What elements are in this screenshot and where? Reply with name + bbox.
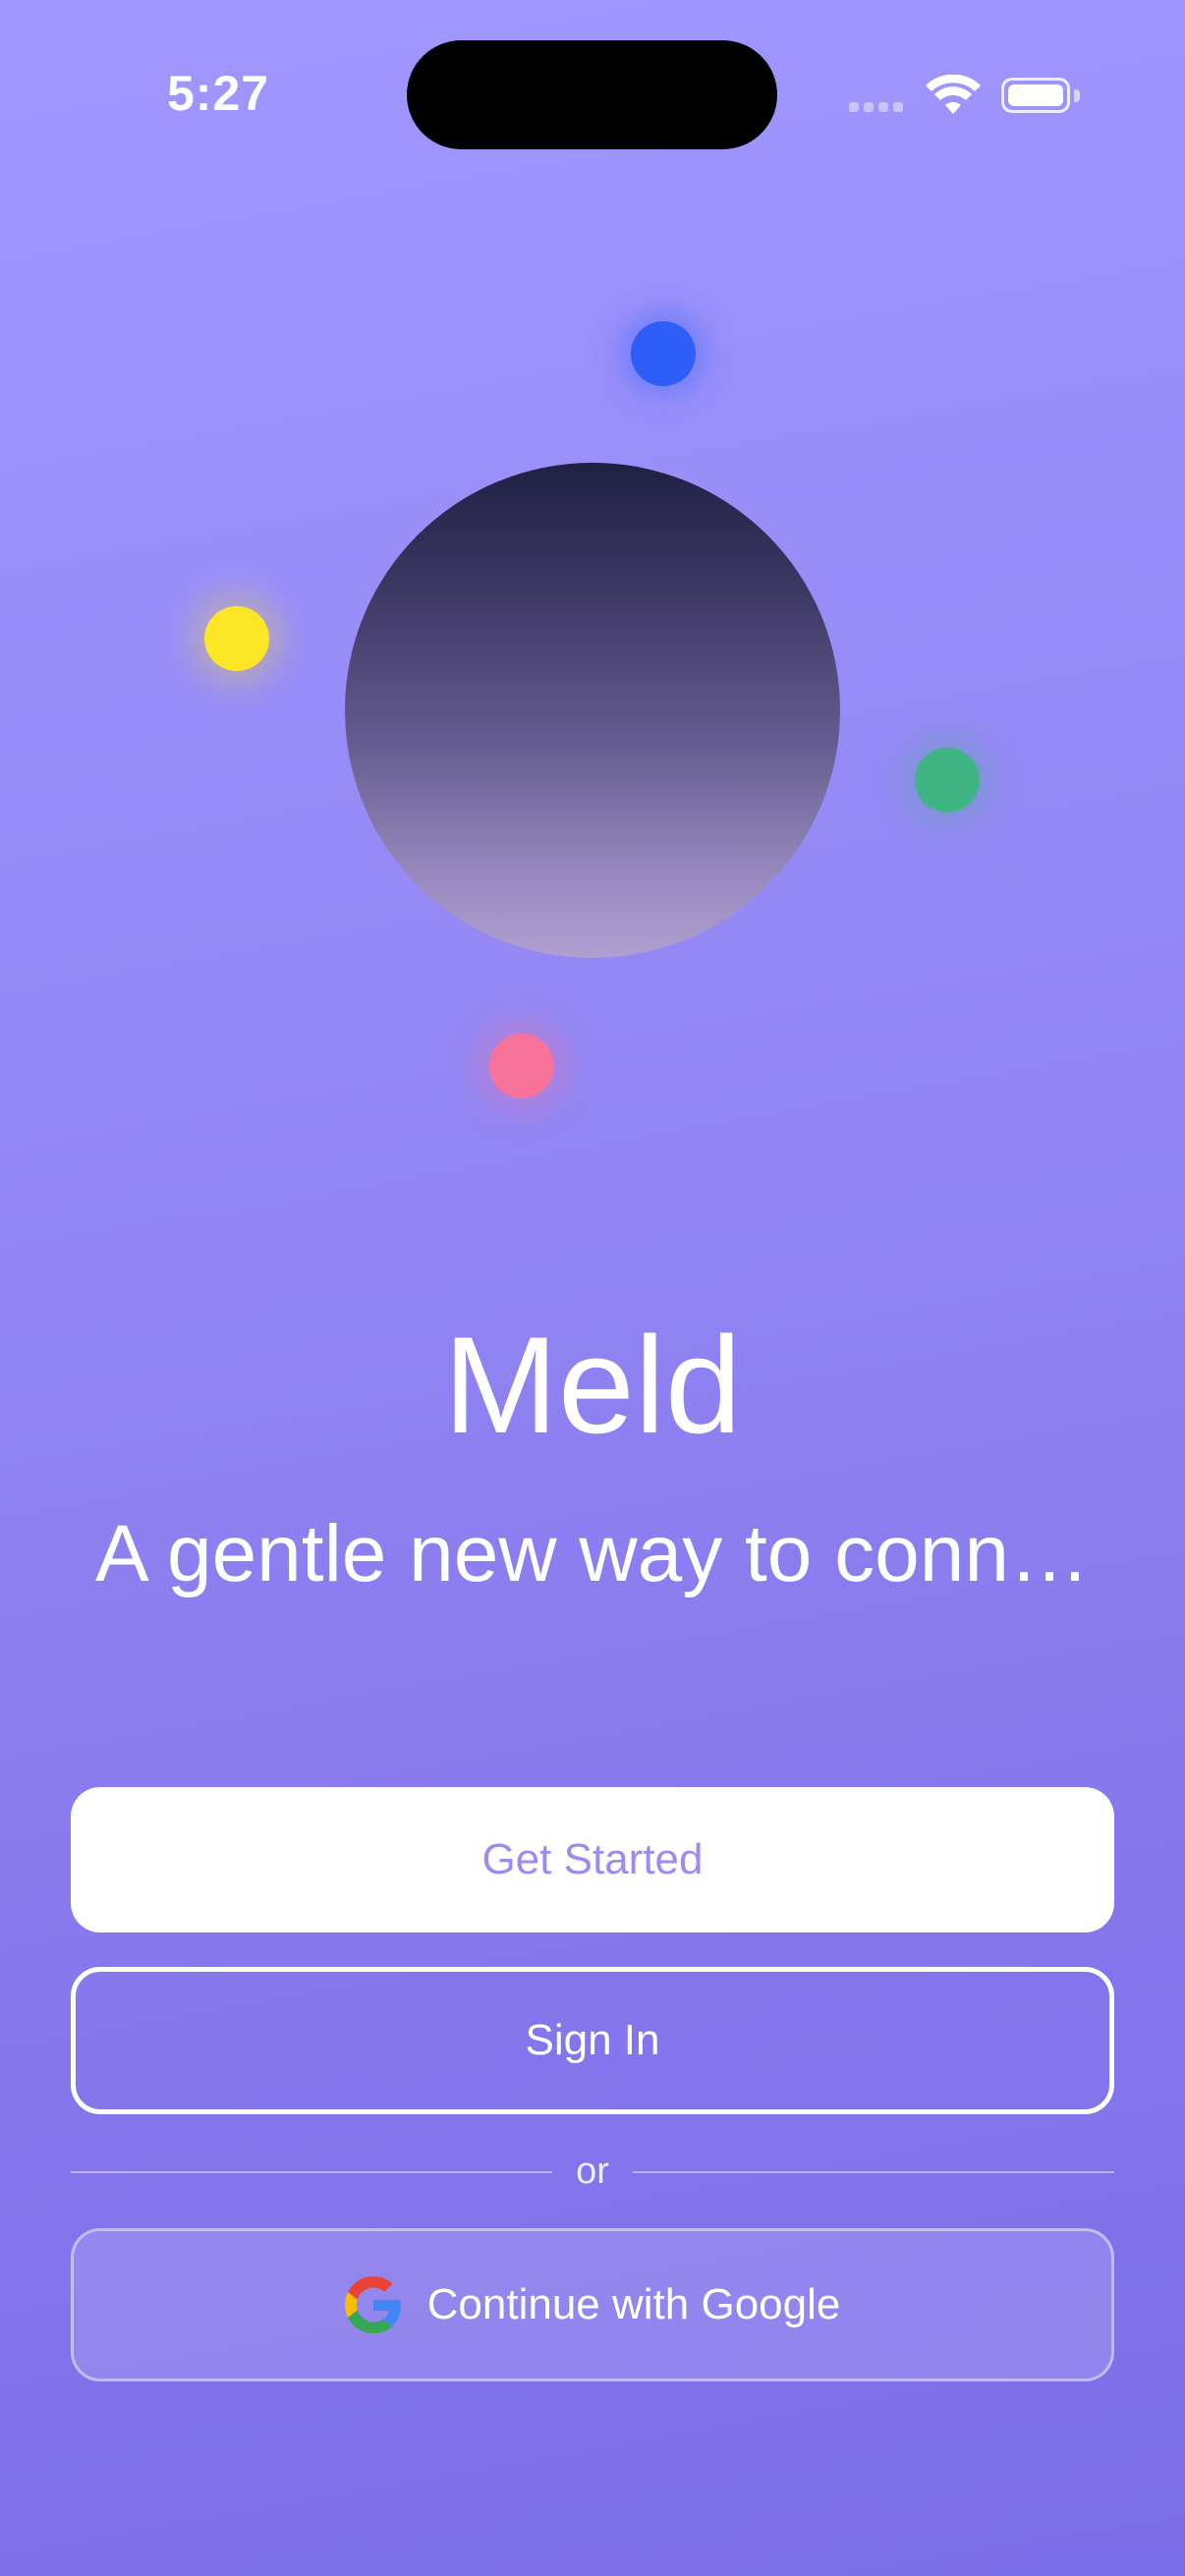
green-dot [915,748,980,812]
google-g-icon [344,2276,401,2333]
status-time: 5:27 [167,66,270,121]
sign-in-button[interactable]: Sign In [71,1967,1114,2114]
dynamic-island [407,40,777,149]
app-title: Meld [443,1308,742,1462]
hero-orb [345,463,840,958]
sign-in-label: Sign In [525,2016,660,2064]
google-label: Continue with Google [426,2280,841,2328]
pink-dot [489,1034,554,1098]
yellow-dot [204,606,269,671]
or-divider: or [71,2152,1114,2191]
status-bar: 5:27 [0,0,1185,196]
get-started-button[interactable]: Get Started [71,1787,1114,1932]
divider-line-right [633,2171,1114,2173]
get-started-label: Get Started [481,1835,704,1883]
battery-icon [1001,78,1070,113]
cellular-signal-icon [849,102,908,116]
wifi-icon [926,75,981,114]
battery-cap [1074,89,1080,102]
app-tagline: A gentle new way to conn… [95,1509,1090,1598]
continue-with-google-button[interactable]: Continue with Google [71,2228,1114,2381]
blue-dot [631,321,696,386]
